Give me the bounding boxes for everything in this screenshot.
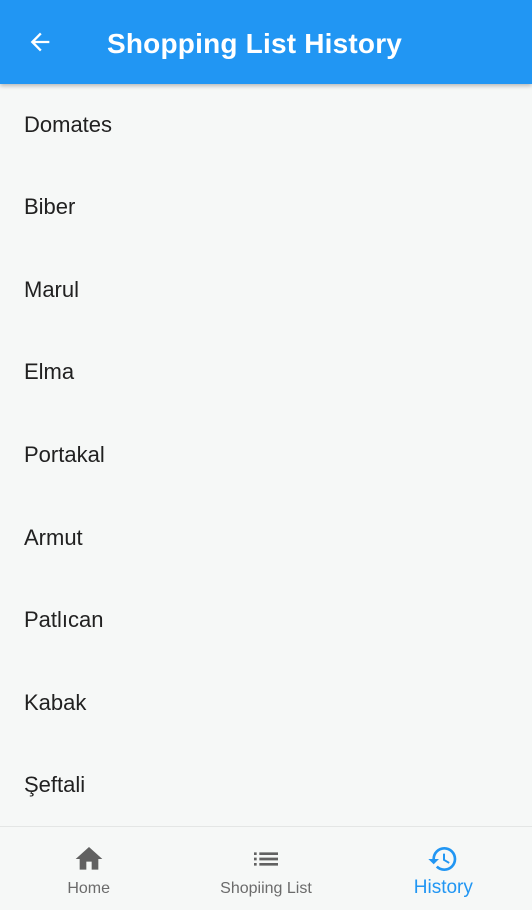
nav-item-shopping-list[interactable]: Shopiing List: [177, 827, 354, 910]
app-bar: Shopping List History: [0, 0, 532, 84]
nav-item-label: Shopiing List: [220, 880, 312, 897]
arrow-back-icon: [30, 32, 50, 52]
page-title: Shopping List History: [107, 28, 403, 59]
list-item-label: Marul: [24, 276, 80, 302]
nav-item-home[interactable]: Home: [0, 827, 177, 910]
list-item[interactable]: Elma: [0, 331, 532, 414]
list-item[interactable]: Biber: [0, 166, 532, 249]
list-item[interactable]: Armut: [0, 496, 532, 579]
history-list: Domates Biber Marul Elma Portakal Armut …: [0, 84, 532, 826]
nav-item-label: Home: [67, 880, 110, 897]
list-item-label: Elma: [24, 359, 75, 385]
back-button[interactable]: [16, 18, 64, 66]
list-item[interactable]: Kabak: [0, 662, 532, 745]
list-item[interactable]: Marul: [0, 249, 532, 332]
history-icon: [427, 843, 459, 875]
nav-item-label: History: [413, 877, 473, 898]
list-item-label: Patlıcan: [24, 607, 104, 633]
list-item[interactable]: Şeftali: [0, 744, 532, 826]
home-icon: [73, 843, 105, 875]
list-item-label: Şeftali: [24, 772, 86, 798]
list-item-label: Portakal: [24, 442, 105, 468]
list-item[interactable]: Patlıcan: [0, 579, 532, 662]
list-item-label: Domates: [24, 112, 113, 137]
list-icon: [250, 843, 282, 875]
nav-item-history[interactable]: History: [355, 827, 532, 910]
bottom-navigation: Home Shopiing List History: [0, 826, 532, 910]
list-item-label: Kabak: [24, 689, 87, 715]
list-item[interactable]: Domates: [0, 84, 532, 166]
list-item-label: Armut: [24, 524, 83, 550]
list-item[interactable]: Portakal: [0, 414, 532, 497]
list-item-label: Biber: [24, 194, 76, 220]
